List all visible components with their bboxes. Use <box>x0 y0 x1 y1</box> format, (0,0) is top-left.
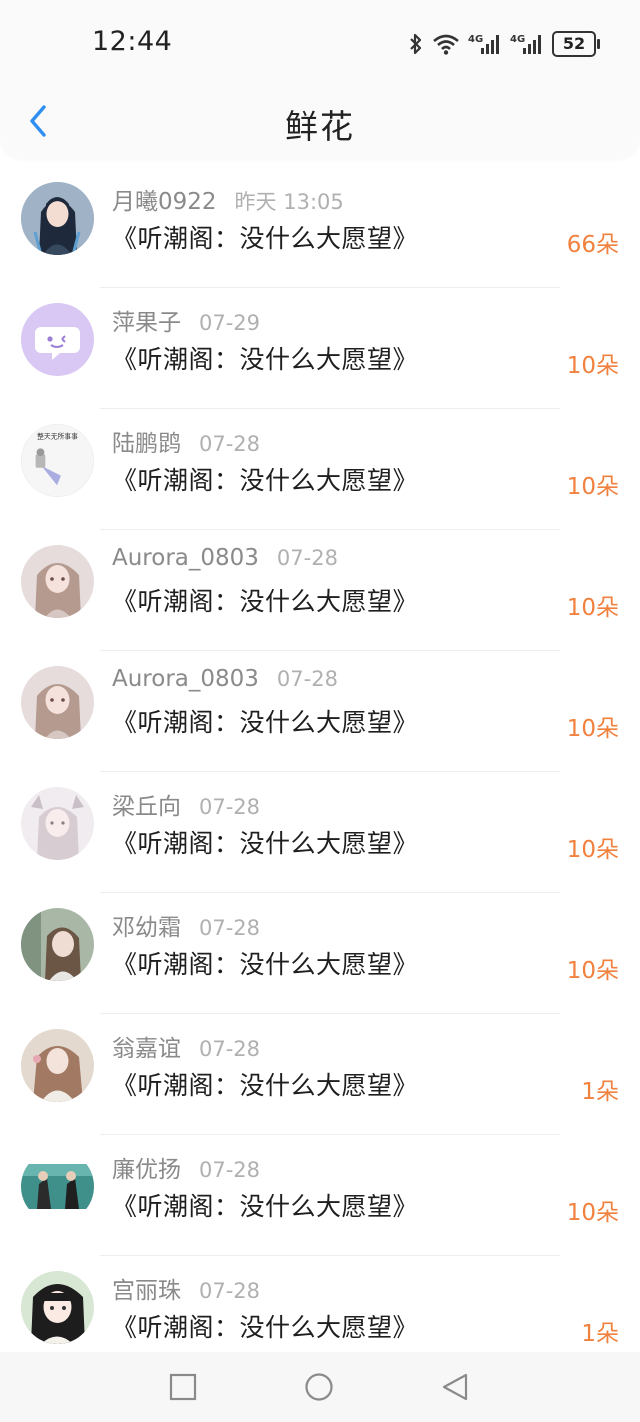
row-date: 07-28 <box>276 667 338 691</box>
user-name[interactable]: 萍果子 <box>112 303 181 337</box>
list-item[interactable]: 月曦0922 昨天 13:05 《听潮阁：没什么大愿望》 66朵 <box>0 167 640 288</box>
book-title[interactable]: 《听潮阁：没什么大愿望》 <box>112 824 418 860</box>
avatar[interactable] <box>21 1029 94 1102</box>
user-line: Aurora_0803 07-28 <box>112 666 338 698</box>
nav-bar: 鲜花 <box>0 88 640 158</box>
flower-count: 10朵 <box>566 716 619 742</box>
list-item[interactable]: 梁丘向 07-28 《听潮阁：没什么大愿望》 10朵 <box>0 772 640 893</box>
book-title[interactable]: 《听潮阁：没什么大愿望》 <box>112 582 418 618</box>
flower-count: 10朵 <box>566 353 619 379</box>
flower-count: 10朵 <box>566 595 619 621</box>
row-date: 昨天 13:05 <box>234 190 344 214</box>
home-icon[interactable] <box>304 1372 334 1402</box>
row-date: 07-28 <box>199 1279 261 1303</box>
book-title[interactable]: 《听潮阁：没什么大愿望》 <box>112 1187 418 1223</box>
list-item[interactable]: 萍果子 07-29 《听潮阁：没什么大愿望》 10朵 <box>0 288 640 409</box>
row-date: 07-29 <box>199 311 261 335</box>
avatar[interactable] <box>21 908 94 981</box>
book-title[interactable]: 《听潮阁：没什么大愿望》 <box>112 1308 418 1344</box>
user-name[interactable]: 梁丘向 <box>112 787 181 821</box>
user-line: 梁丘向 07-28 <box>112 787 261 821</box>
status-icons: 4G 4G 52 <box>408 28 600 60</box>
book-title[interactable]: 《听潮阁：没什么大愿望》 <box>112 340 418 376</box>
svg-text:4G: 4G <box>468 34 483 45</box>
book-title[interactable]: 《听潮阁：没什么大愿望》 <box>112 703 418 739</box>
avatar[interactable] <box>21 787 94 860</box>
flower-count: 10朵 <box>566 474 619 500</box>
user-line: 廉优扬 07-28 <box>112 1150 261 1184</box>
user-line: 陆鹏鹍 07-28 <box>112 424 261 458</box>
list-item[interactable]: Aurora_0803 07-28 《听潮阁：没什么大愿望》 10朵 <box>0 530 640 651</box>
list-item[interactable]: 邓幼霜 07-28 《听潮阁：没什么大愿望》 10朵 <box>0 893 640 1014</box>
flower-count: 10朵 <box>566 958 619 984</box>
book-title[interactable]: 《听潮阁：没什么大愿望》 <box>112 1066 418 1102</box>
system-nav-bar <box>0 1352 640 1422</box>
user-name[interactable]: 陆鹏鹍 <box>112 424 181 458</box>
row-date: 07-28 <box>199 916 261 940</box>
user-name[interactable]: Aurora_0803 <box>112 545 259 571</box>
avatar[interactable] <box>21 666 94 739</box>
wifi-icon <box>432 33 460 55</box>
user-line: 月曦0922 昨天 13:05 <box>112 182 344 216</box>
user-line: 邓幼霜 07-28 <box>112 908 261 942</box>
status-bar: 12:44 4G 4G 52 <box>0 0 640 88</box>
user-name[interactable]: 宫丽珠 <box>112 1271 181 1305</box>
user-name[interactable]: 翁嘉谊 <box>112 1029 181 1063</box>
flower-count: 66朵 <box>566 232 619 258</box>
flower-count: 10朵 <box>566 837 619 863</box>
page-title: 鲜花 <box>285 107 355 146</box>
avatar[interactable] <box>21 1271 94 1344</box>
flower-count: 10朵 <box>566 1200 619 1226</box>
avatar[interactable]: 整天无所事事 <box>21 424 94 497</box>
avatar[interactable] <box>21 303 94 376</box>
list-item[interactable]: Aurora_0803 07-28 《听潮阁：没什么大愿望》 10朵 <box>0 651 640 772</box>
row-date: 07-28 <box>276 546 338 570</box>
list-item[interactable]: 翁嘉谊 07-28 《听潮阁：没什么大愿望》 1朵 <box>0 1014 640 1135</box>
user-line: 萍果子 07-29 <box>112 303 261 337</box>
user-line: 翁嘉谊 07-28 <box>112 1029 261 1063</box>
book-title[interactable]: 《听潮阁：没什么大愿望》 <box>112 945 418 981</box>
user-line: 宫丽珠 07-28 <box>112 1271 261 1305</box>
avatar-caption: 整天无所事事 <box>37 432 78 441</box>
flower-list: 月曦0922 昨天 13:05 《听潮阁：没什么大愿望》 66朵 萍果子 07-… <box>0 167 640 1377</box>
flower-count: 1朵 <box>581 1321 619 1347</box>
flower-count: 1朵 <box>581 1079 619 1105</box>
user-name[interactable]: 廉优扬 <box>112 1150 181 1184</box>
recent-apps-icon[interactable] <box>168 1372 198 1402</box>
user-line: Aurora_0803 07-28 <box>112 545 338 577</box>
user-name[interactable]: 邓幼霜 <box>112 908 181 942</box>
bluetooth-icon <box>408 32 424 56</box>
list-item[interactable]: 整天无所事事 陆鹏鹍 07-28 《听潮阁：没什么大愿望》 10朵 <box>0 409 640 530</box>
avatar[interactable] <box>21 182 94 255</box>
list-item[interactable]: 廉优扬 07-28 《听潮阁：没什么大愿望》 10朵 <box>0 1135 640 1256</box>
row-date: 07-28 <box>199 432 261 456</box>
user-name[interactable]: 月曦0922 <box>112 182 217 216</box>
book-title[interactable]: 《听潮阁：没什么大愿望》 <box>112 219 418 255</box>
row-date: 07-28 <box>199 1158 261 1182</box>
row-date: 07-28 <box>199 795 261 819</box>
book-title[interactable]: 《听潮阁：没什么大愿望》 <box>112 461 418 497</box>
back-triangle-icon[interactable] <box>440 1372 470 1402</box>
status-time: 12:44 <box>92 26 173 57</box>
battery-icon: 52 <box>552 31 600 57</box>
avatar[interactable] <box>21 545 94 618</box>
avatar[interactable] <box>21 1150 94 1223</box>
signal-4g-icon: 4G <box>468 32 502 56</box>
user-name[interactable]: Aurora_0803 <box>112 666 259 692</box>
signal-4g-icon: 4G <box>510 32 544 56</box>
svg-text:4G: 4G <box>510 34 525 45</box>
row-date: 07-28 <box>199 1037 261 1061</box>
